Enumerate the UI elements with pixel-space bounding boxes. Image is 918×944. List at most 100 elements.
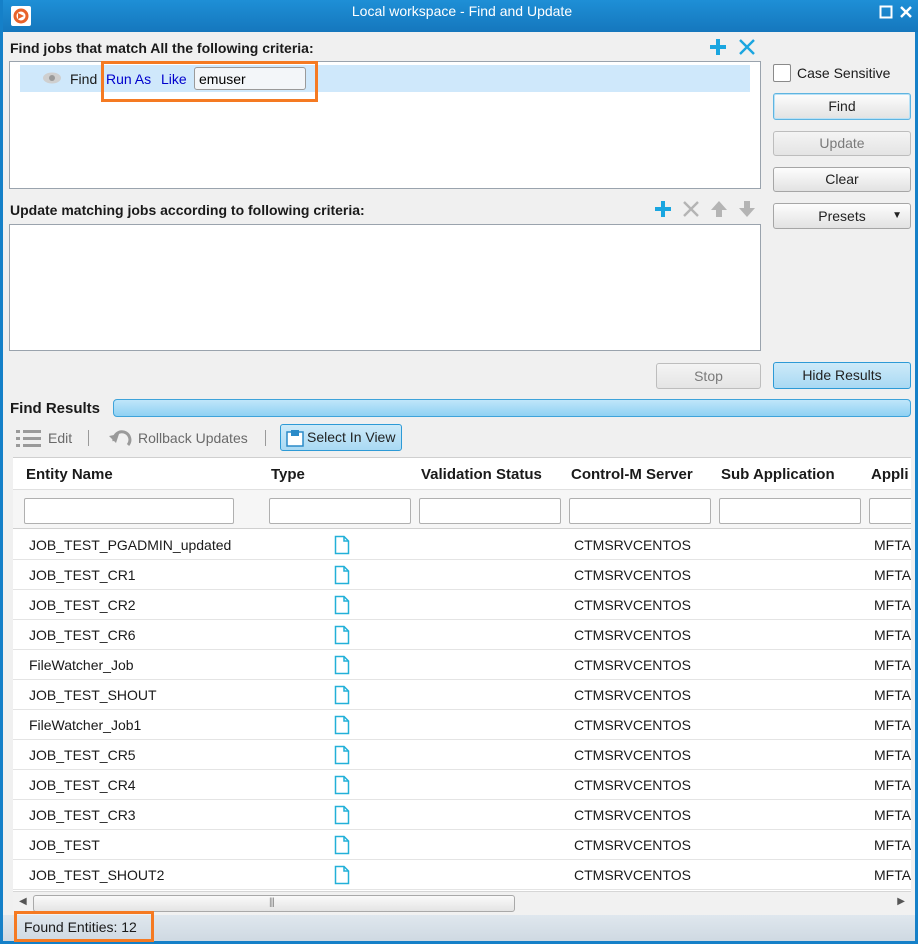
control-m-server-cell: CTMSRVCENTOS <box>574 627 691 643</box>
control-m-server-cell: CTMSRVCENTOS <box>574 567 691 583</box>
maximize-icon[interactable] <box>879 5 893 19</box>
update-button[interactable]: Update <box>773 131 911 156</box>
case-sensitive-label: Case Sensitive <box>797 65 891 81</box>
entity-name-cell: JOB_TEST_SHOUT2 <box>29 867 165 883</box>
application-cell: MFTA <box>874 867 911 883</box>
entity-name-cell: JOB_TEST <box>29 837 100 853</box>
add-update-criterion-icon[interactable] <box>652 198 674 220</box>
clear-button[interactable]: Clear <box>773 167 911 192</box>
case-sensitive-checkbox[interactable] <box>773 64 791 82</box>
col-validation-status[interactable]: Validation Status <box>421 466 542 483</box>
presets-button[interactable]: Presets ▼ <box>773 203 911 229</box>
table-row[interactable]: JOB_TEST_CR4 CTMSRVCENTOS MFTA <box>13 770 911 800</box>
filter-sub-application-input[interactable] <box>719 498 861 524</box>
arrow-up-icon[interactable] <box>708 198 730 220</box>
job-file-icon <box>334 835 350 858</box>
control-m-server-cell: CTMSRVCENTOS <box>574 837 691 853</box>
window-title: Local workspace - Find and Update <box>351 3 573 19</box>
entity-name-cell: JOB_TEST_PGADMIN_updated <box>29 537 232 553</box>
table-row[interactable]: JOB_TEST_PGADMIN_updated CTMSRVCENTOS MFTA <box>13 530 911 560</box>
control-m-server-cell: CTMSRVCENTOS <box>574 537 691 553</box>
job-file-icon <box>334 805 350 828</box>
control-m-server-cell: CTMSRVCENTOS <box>574 597 691 613</box>
scrollbar-thumb[interactable]: ||| <box>33 895 515 912</box>
presets-label: Presets <box>818 208 866 224</box>
filter-server-input[interactable] <box>569 498 711 524</box>
entity-name-cell: FileWatcher_Job <box>29 657 134 673</box>
update-section-label: Update matching jobs according to follow… <box>10 202 365 218</box>
job-file-icon <box>334 685 350 708</box>
toolbar-divider <box>88 430 89 446</box>
entity-name-cell: JOB_TEST_CR5 <box>29 747 136 763</box>
stop-button[interactable]: Stop <box>656 363 761 389</box>
update-criteria-panel <box>9 224 761 351</box>
col-type[interactable]: Type <box>271 466 305 483</box>
scroll-left-icon[interactable]: ◀ <box>19 896 27 907</box>
filter-application-input[interactable] <box>869 498 911 524</box>
application-cell: MFTA <box>874 717 911 733</box>
add-find-criterion-icon[interactable] <box>707 36 729 58</box>
find-button[interactable]: Find <box>773 93 911 120</box>
entity-name-cell: JOB_TEST_CR4 <box>29 777 136 793</box>
hide-results-button[interactable]: Hide Results <box>773 362 911 389</box>
table-row[interactable]: JOB_TEST_SHOUT2 CTMSRVCENTOS MFTA <box>13 860 911 890</box>
table-row[interactable]: FileWatcher_Job CTMSRVCENTOS MFTA <box>13 650 911 680</box>
undo-icon <box>108 427 134 452</box>
entity-name-cell: JOB_TEST_CR6 <box>29 627 136 643</box>
application-cell: MFTA <box>874 837 911 853</box>
entity-name-cell: JOB_TEST_CR2 <box>29 597 136 613</box>
entity-name-cell: FileWatcher_Job1 <box>29 717 142 733</box>
criterion-highlight-box <box>101 61 318 102</box>
remove-find-criterion-icon[interactable] <box>736 36 758 58</box>
filter-entity-name-input[interactable] <box>24 498 234 524</box>
control-m-server-cell: CTMSRVCENTOS <box>574 717 691 733</box>
find-progress-bar <box>113 399 911 417</box>
toolbar-divider-2 <box>265 430 266 446</box>
rollback-updates-button[interactable]: Rollback Updates <box>138 430 248 446</box>
find-results-label: Find Results <box>10 400 101 417</box>
col-application[interactable]: Appli <box>871 466 911 483</box>
job-file-icon <box>334 625 350 648</box>
job-file-icon <box>334 565 350 588</box>
application-cell: MFTA <box>874 747 911 763</box>
control-m-server-cell: CTMSRVCENTOS <box>574 807 691 823</box>
job-file-icon <box>334 745 350 768</box>
application-cell: MFTA <box>874 537 911 553</box>
arrow-down-icon[interactable] <box>736 198 758 220</box>
find-prefix: Find <box>70 71 98 87</box>
application-cell: MFTA <box>874 687 911 703</box>
filter-type-input[interactable] <box>269 498 411 524</box>
col-sub-application[interactable]: Sub Application <box>721 466 835 483</box>
application-cell: MFTA <box>874 657 911 673</box>
table-row[interactable]: JOB_TEST_SHOUT CTMSRVCENTOS MFTA <box>13 680 911 710</box>
chevron-down-icon: ▼ <box>892 210 902 221</box>
control-m-server-cell: CTMSRVCENTOS <box>574 777 691 793</box>
find-section-label: Find jobs that match All the following c… <box>10 40 314 56</box>
table-row[interactable]: JOB_TEST_CR5 CTMSRVCENTOS MFTA <box>13 740 911 770</box>
close-icon[interactable] <box>899 5 913 19</box>
table-row[interactable]: JOB_TEST CTMSRVCENTOS MFTA <box>13 830 911 860</box>
eye-icon[interactable] <box>42 71 62 88</box>
job-file-icon <box>334 595 350 618</box>
edit-button[interactable]: Edit <box>48 430 72 446</box>
scroll-right-icon[interactable]: ▶ <box>897 896 905 907</box>
found-entities-highlight-box <box>14 911 154 942</box>
control-m-server-cell: CTMSRVCENTOS <box>574 657 691 673</box>
select-in-view-button[interactable]: Select In View <box>280 424 402 451</box>
control-m-server-cell: CTMSRVCENTOS <box>574 747 691 763</box>
table-row[interactable]: JOB_TEST_CR6 CTMSRVCENTOS MFTA <box>13 620 911 650</box>
title-bar: Local workspace - Find and Update <box>3 0 918 32</box>
table-row[interactable]: FileWatcher_Job1 CTMSRVCENTOS MFTA <box>13 710 911 740</box>
entity-name-cell: JOB_TEST_SHOUT <box>29 687 157 703</box>
application-cell: MFTA <box>874 777 911 793</box>
application-cell: MFTA <box>874 567 911 583</box>
table-row[interactable]: JOB_TEST_CR3 CTMSRVCENTOS MFTA <box>13 800 911 830</box>
col-entity-name[interactable]: Entity Name <box>26 466 113 483</box>
table-row[interactable]: JOB_TEST_CR2 CTMSRVCENTOS MFTA <box>13 590 911 620</box>
table-row[interactable]: JOB_TEST_CR1 CTMSRVCENTOS MFTA <box>13 560 911 590</box>
job-file-icon <box>334 865 350 888</box>
col-control-m-server[interactable]: Control-M Server <box>571 466 693 483</box>
filter-validation-input[interactable] <box>419 498 561 524</box>
job-file-icon <box>334 655 350 678</box>
remove-update-criterion-icon[interactable] <box>680 198 702 220</box>
